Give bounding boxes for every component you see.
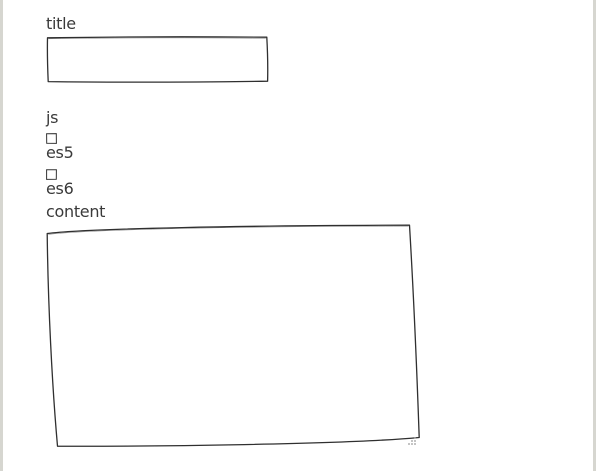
content-label: content <box>46 202 106 221</box>
window-frame-left <box>0 0 3 471</box>
es6-checkbox[interactable] <box>46 165 57 180</box>
es5-checkbox[interactable] <box>46 129 57 144</box>
es5-label: es5 <box>46 143 74 162</box>
resize-grip-icon[interactable] <box>407 436 417 446</box>
title-input-outline <box>46 36 269 83</box>
title-input[interactable] <box>46 36 269 83</box>
content-textarea-outline <box>46 224 420 447</box>
es6-label: es6 <box>46 179 74 198</box>
js-label: js <box>46 108 59 127</box>
content-textarea[interactable] <box>46 224 421 448</box>
resize-grip-dots <box>408 437 416 445</box>
title-label: title <box>46 14 76 33</box>
